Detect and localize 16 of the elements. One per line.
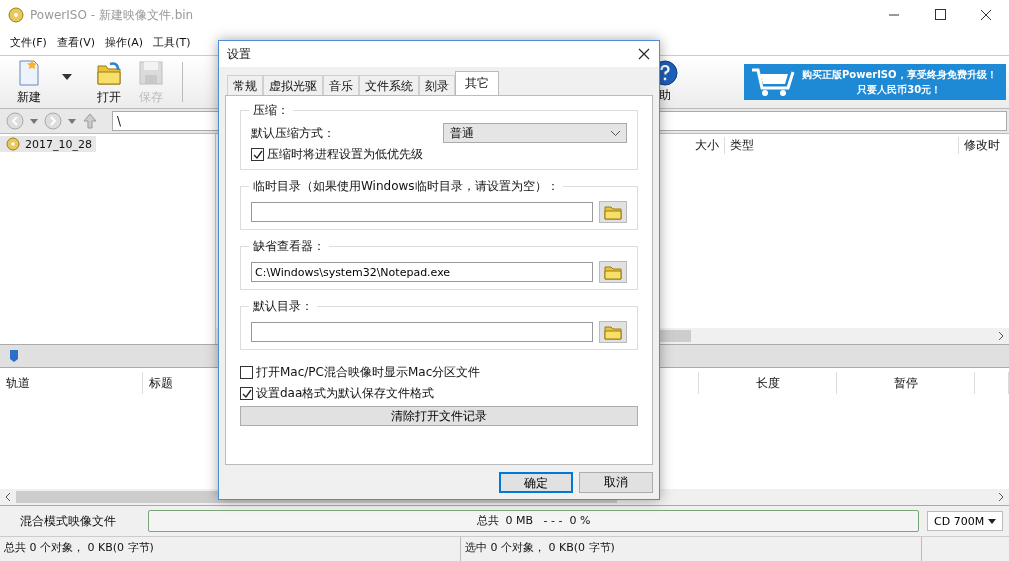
capacity-label: 总共 0 MB - - - 0 %: [475, 513, 592, 529]
checkbox-label: 设置daa格式为默认保存文件格式: [256, 385, 435, 402]
window-title: PowerISO - 新建映像文件.bin: [30, 6, 195, 24]
group-label: 缺省查看器：: [249, 239, 329, 254]
image-type-label: 混合模式映像文件: [20, 512, 117, 530]
status-text: 选中 0 个对象， 0 KB(0 字节): [461, 537, 922, 561]
group-label: 临时目录（如果使用Windows临时目录，请设置为空）：: [249, 179, 563, 194]
banner-text: 只要人民币30元！: [857, 83, 942, 97]
group-label: 压缩：: [249, 103, 293, 118]
dialog-title: 设置: [227, 45, 251, 63]
group-label: 默认目录：: [249, 299, 317, 314]
checkbox-label: 打开Mac/PC混合映像时显示Mac分区文件: [256, 364, 481, 381]
banner-text: 购买正版PowerISO，享受终身免费升级！: [802, 68, 997, 82]
field-label: 默认压缩方式：: [251, 124, 335, 142]
checkbox-label: 压缩时将进程设置为低优先级: [267, 146, 423, 163]
status-text: 总共 0 个对象， 0 KB(0 字节): [0, 537, 461, 561]
